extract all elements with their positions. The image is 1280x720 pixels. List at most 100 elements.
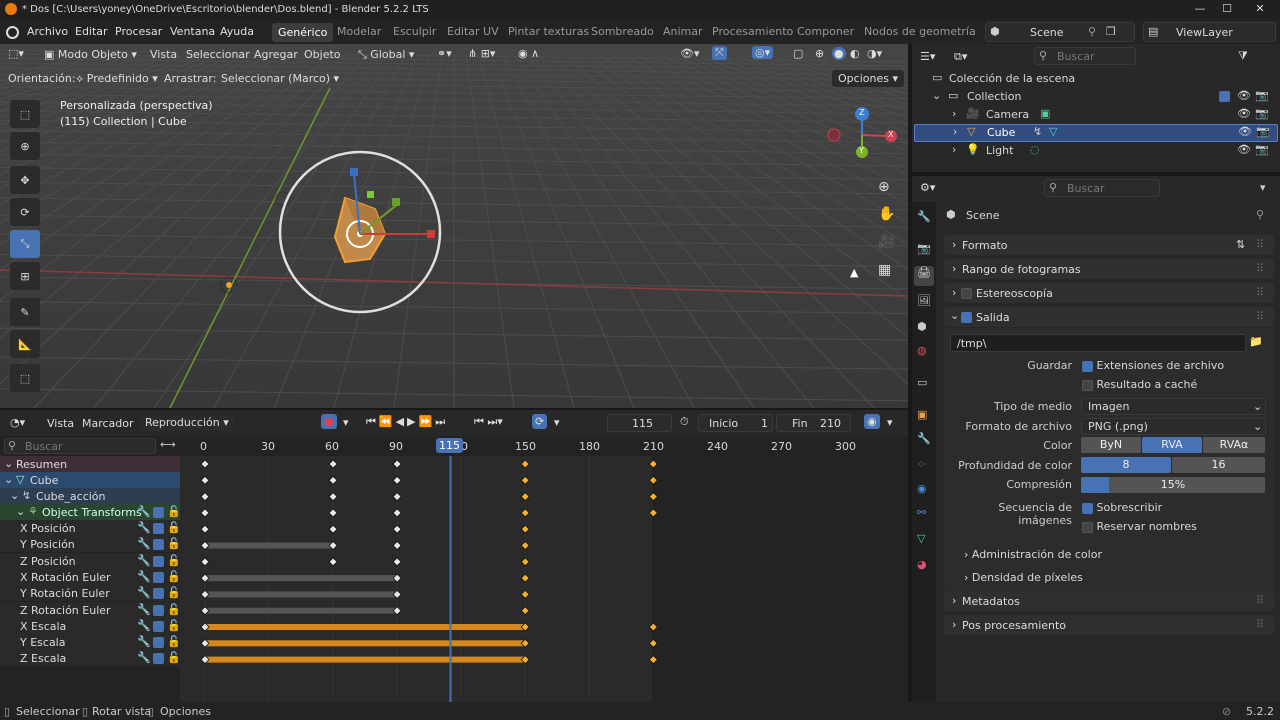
options-dropdown[interactable]: Opciones ▾ — [832, 70, 904, 87]
dope-sheet-editor[interactable]: ◔▾ Vista Marcador Reproducción ▾ ● ▾ ⏮⏪◀… — [0, 410, 908, 702]
wrench-icon[interactable]: 🔧 — [137, 619, 151, 632]
menu-object[interactable]: Objeto — [304, 48, 341, 61]
pixel-density-subpanel[interactable]: › Densidad de píxeles — [964, 571, 1083, 584]
output-checkbox[interactable] — [961, 312, 972, 323]
wrench-icon[interactable]: 🔧 — [137, 603, 151, 616]
lock-icon[interactable]: 🔓 — [167, 537, 181, 550]
playhead-frame-badge[interactable]: 115 — [436, 438, 463, 453]
pin-icon[interactable]: ⚲ — [1088, 25, 1096, 38]
blender-menu-icon[interactable] — [6, 26, 19, 39]
camera-render-icon[interactable]: 📷 — [1256, 125, 1270, 138]
presets-icon[interactable]: ⇅ — [1236, 238, 1245, 251]
lock-icon[interactable]: 🔓 — [167, 505, 181, 518]
fcurve-checkbox[interactable] — [153, 637, 164, 649]
color-depth-16[interactable]: 16 — [1172, 457, 1265, 473]
workspace-tab-animation[interactable]: Animar — [663, 25, 703, 38]
proportional-edit-icon[interactable]: ◉ ∧ — [518, 47, 539, 60]
add-cube-tool[interactable]: ⬚ — [10, 364, 40, 392]
snap-icon[interactable]: ⋔ ⊞▾ — [468, 47, 495, 60]
tab-view-layer-icon[interactable]: 🖼 — [917, 294, 931, 307]
playback-controls[interactable]: ⏮⏪◀▶⏩⏭ — [366, 415, 448, 429]
stereoscopy-checkbox[interactable] — [961, 288, 972, 299]
sync-icon[interactable]: ⟳ — [532, 414, 548, 429]
menu-edit[interactable]: Editar — [75, 25, 108, 38]
workspace-tab-generic[interactable]: Genérico — [272, 23, 334, 42]
maximize-icon[interactable]: ☐ — [1212, 2, 1242, 18]
properties-options-icon[interactable]: ▾ — [1260, 181, 1266, 194]
fcurve-channel[interactable]: Z Posición 🔧 🔓 — [0, 552, 181, 569]
workspace-tab-shading[interactable]: Sombreado — [591, 25, 654, 38]
expand-icon[interactable]: › — [952, 107, 956, 120]
output-path-field[interactable]: /tmp\ — [950, 334, 1246, 352]
lock-icon[interactable]: 🔓 — [167, 635, 181, 648]
lock-icon[interactable]: 🔓 — [167, 554, 181, 567]
fcurve-checkbox[interactable] — [153, 588, 164, 600]
fcurve-channel[interactable]: Z Escala 🔧 🔓 — [0, 650, 181, 667]
lock-icon[interactable]: 🔓 — [167, 619, 181, 632]
lock-icon[interactable]: 🔓 — [167, 521, 181, 534]
wrench-icon[interactable]: 🔧 — [137, 586, 151, 599]
panel-format[interactable]: › Formato ⇅ ⠿ — [944, 235, 1274, 255]
workspace-tab-modeling[interactable]: Modelar — [337, 25, 381, 38]
drag-dropdown[interactable]: Seleccionar (Marco) ▾ — [221, 72, 339, 85]
overwrite-toggle[interactable]: Sobrescribir — [1082, 501, 1162, 514]
eye-icon[interactable]: 👁 — [1238, 125, 1252, 138]
gizmo-axis-y-label[interactable]: Y — [859, 146, 864, 155]
autokey-record-icon[interactable]: ● — [321, 414, 337, 429]
fcurve-channel[interactable]: Z Rotación Euler 🔧 🔓 — [0, 601, 181, 618]
fcurve-checkbox[interactable] — [153, 555, 164, 567]
pivot-icon[interactable]: ⚭▾ — [437, 47, 452, 60]
scale-tool[interactable]: ⤡ — [10, 230, 40, 258]
file-extensions-toggle[interactable]: Extensiones de archivo — [1082, 359, 1224, 372]
camera-view-icon[interactable]: 🎥 — [878, 234, 895, 250]
drag-handle-icon[interactable]: ⠿ — [1256, 310, 1264, 323]
mode-selector[interactable]: ▣ Modo Objeto ▾ — [44, 48, 137, 61]
camera-render-icon[interactable]: 📷 — [1255, 143, 1269, 156]
color-mode-bw[interactable]: ByN — [1081, 437, 1141, 453]
timeline-menu-playback[interactable]: Reproducción ▾ — [140, 414, 234, 431]
keying-dropdown-icon[interactable]: ▾ — [343, 416, 349, 429]
frame-ruler[interactable]: 0 30 60 90 150 180 210 240 270 300 0 115 — [180, 438, 908, 456]
stopwatch-icon[interactable]: ⏱ — [680, 415, 689, 429]
cache-result-toggle[interactable]: Resultado a caché — [1082, 378, 1197, 391]
drag-handle-icon[interactable]: ⠿ — [1256, 594, 1264, 607]
outliner-row-light[interactable]: › 💡 Light ◌ 👁 📷 — [912, 142, 1280, 160]
panel-output[interactable]: ⌄ Salida ⠿ — [944, 307, 1274, 327]
scene-selector[interactable]: ⬢ Scene ⚲ ❐ — [985, 22, 1135, 42]
overlay-toggle-icon[interactable]: ◎▾ — [752, 46, 774, 59]
expand-icon[interactable]: ⌄ — [4, 473, 13, 486]
transform-tool[interactable]: ⊞ — [10, 262, 40, 290]
color-management-subpanel[interactable]: › Administración de color — [964, 548, 1102, 561]
fcurve-checkbox[interactable] — [153, 523, 164, 534]
tab-physics-icon[interactable]: ◉ — [917, 482, 927, 495]
fcurve-channel[interactable]: X Posición 🔧 🔓 — [0, 520, 181, 536]
onion-view-icon[interactable]: ◉ — [864, 414, 880, 429]
zoom-icon[interactable]: ⊕ — [878, 179, 890, 195]
compression-slider[interactable]: 15% — [1081, 477, 1265, 493]
current-frame-field[interactable]: 115 — [607, 414, 672, 432]
viewlayer-selector[interactable]: ▤ ViewLayer — [1143, 22, 1276, 42]
xray-icon[interactable]: ▢ — [793, 47, 803, 60]
eye-icon[interactable]: 👁 — [1237, 89, 1251, 102]
fcurve-channel[interactable]: X Rotación Euler 🔧 🔓 — [0, 568, 181, 585]
drag-handle-icon[interactable]: ⠿ — [1256, 286, 1264, 299]
color-mode-rgba[interactable]: RVAα — [1203, 437, 1265, 453]
overwrite-checkbox[interactable] — [1082, 502, 1093, 514]
workspace-tab-geometry-nodes[interactable]: Nodos de geometría — [864, 25, 976, 38]
gizmo-axis-x-label[interactable]: X — [888, 130, 893, 139]
tab-particles-icon[interactable]: ⁘ — [917, 458, 926, 471]
keyframe-canvas[interactable] — [180, 456, 908, 702]
drag-handle-icon[interactable]: ⠿ — [1256, 262, 1264, 275]
menu-view[interactable]: Vista — [150, 48, 177, 61]
expand-icon[interactable]: › — [953, 125, 957, 138]
cursor-tool[interactable]: ⊕ — [10, 132, 40, 160]
tab-tool-icon[interactable]: 🔧 — [917, 210, 931, 223]
channel-summary[interactable]: ⌄ Resumen — [0, 456, 180, 472]
outliner-row-cube[interactable]: › ▽ Cube ↯ ▽ 👁 📷 — [914, 124, 1278, 142]
workspace-tab-uv[interactable]: Editar UV — [447, 25, 499, 38]
menu-help[interactable]: Ayuda — [220, 25, 254, 38]
placeholders-toggle[interactable]: Reservar nombres — [1082, 520, 1197, 533]
move-tool[interactable]: ✥ — [10, 166, 40, 194]
fcurve-channel[interactable]: Y Posición 🔧 🔓 — [0, 536, 181, 553]
tab-object-icon[interactable]: ▣ — [917, 408, 927, 421]
